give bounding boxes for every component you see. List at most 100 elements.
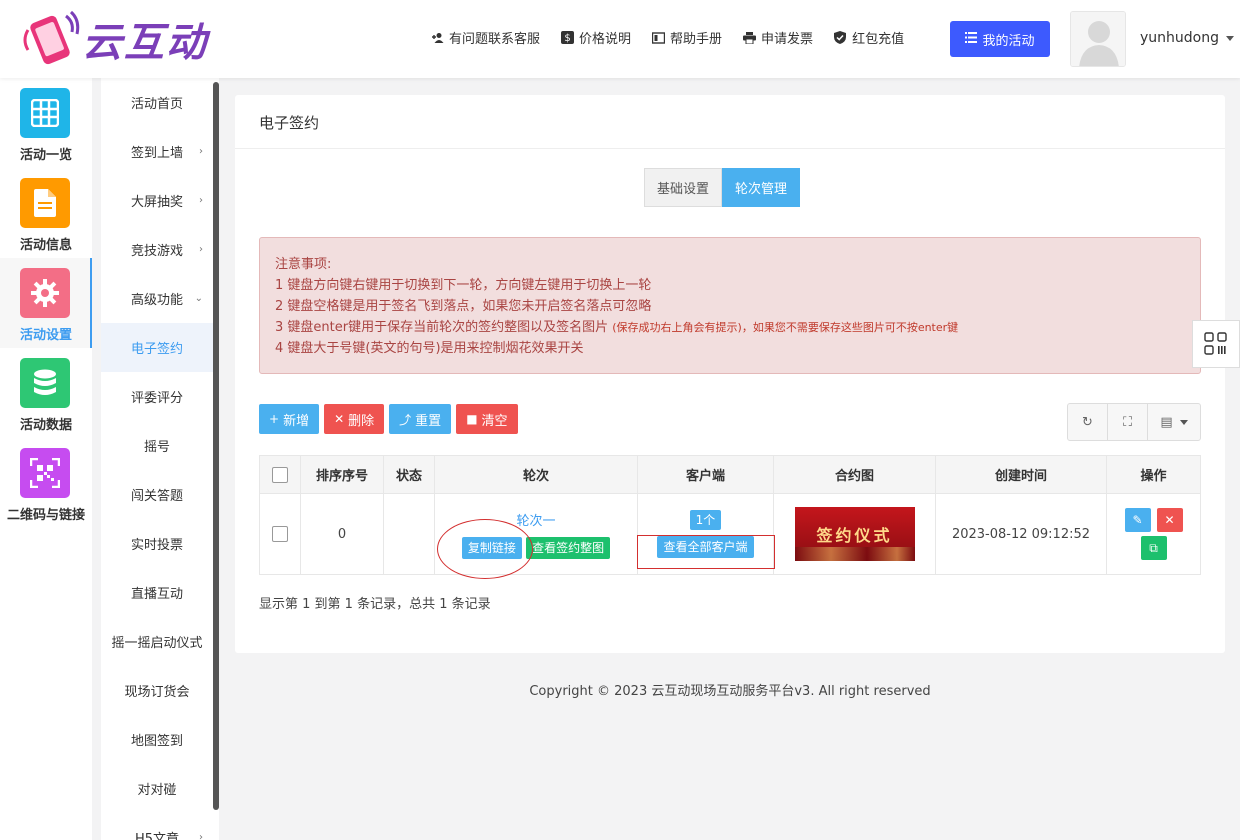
subnav-competitive-games[interactable]: 竞技游戏 › (101, 225, 213, 274)
col-actions: 操作 (1106, 455, 1201, 494)
row-client-cell: 1个 查看全部客户端 (637, 493, 774, 575)
subnav-label: 现场订货会 (124, 685, 190, 700)
book-icon (651, 31, 665, 45)
subnav-label: 闯关答题 (130, 489, 183, 504)
list-icon (965, 32, 978, 46)
my-activity-label: 我的活动 (982, 33, 1035, 49)
subnav-label: 竞技游戏 (130, 244, 183, 259)
pencil-icon: ✎ (1132, 513, 1143, 527)
notice-line-3-main: 3 键盘enter键用于保存当前轮次的签约整图以及签名图片 (275, 320, 609, 335)
logo[interactable]: 云互动 (18, 8, 228, 70)
nav-help[interactable]: 帮助手册 (651, 28, 722, 47)
fullscreen-button[interactable]: ⛶ (1108, 404, 1148, 440)
avatar[interactable] (1070, 11, 1126, 67)
col-sort[interactable]: 排序序号 (300, 455, 384, 494)
delete-label: 删除 (348, 413, 375, 429)
grid-icon (20, 88, 70, 138)
contract-image-text: 签约仪式 (816, 526, 893, 545)
subnav-quiz[interactable]: 闯关答题 (101, 470, 213, 519)
client-count-badge[interactable]: 1个 (689, 510, 722, 530)
sidebar-item-activity-data[interactable]: 活动数据 (0, 348, 92, 438)
subnav-h5-article[interactable]: H5文章 › (101, 813, 213, 840)
add-label: 新增 (283, 413, 310, 429)
edit-button[interactable]: ✎ (1124, 508, 1151, 532)
row-checkbox[interactable] (272, 526, 288, 542)
sidebar-item-activity-settings[interactable]: 活动设置 (0, 258, 92, 348)
sub-sidebar: 活动首页 签到上墙 › 大屏抽奖 › 竞技游戏 › 高级功能 ⌄ 电子签约 评委评分 摇… (101, 78, 219, 840)
subnav-live-interaction[interactable]: 直播互动 (101, 568, 213, 617)
sidebar-item-qrcode-links[interactable]: 二维码与链接 (0, 438, 92, 528)
view-signing-image-button[interactable]: 查看签约整图 (526, 536, 611, 559)
subnav-matching[interactable]: 对对碰 (101, 764, 213, 813)
top-nav: 有问题联系客服 $ 价格说明 帮助手册 申请发票 红包充值 (430, 28, 924, 47)
sidebar-item-activity-info[interactable]: 活动信息 (0, 168, 92, 258)
add-button[interactable]: + 新增 (259, 404, 320, 434)
col-round[interactable]: 轮次 (434, 455, 638, 494)
nav-pricing[interactable]: $ 价格说明 (560, 28, 631, 47)
table-row: 0 轮次一 复制链接 查看签约整图 1个 查看全部客户端 签约仪式 2023-0… (259, 493, 1201, 575)
contract-image[interactable]: 签约仪式 (794, 507, 915, 561)
footer-copyright: Copyright © 2023 云互动现场互动服务平台v3. All righ… (529, 684, 931, 699)
floating-qrcode-button[interactable] (1192, 320, 1240, 368)
printer-icon (742, 31, 756, 45)
table-toolbar: + 新增 ✕ 删除 ⤴ 重置 ■ 清空 (259, 404, 523, 434)
subnav-number-draw[interactable]: 摇号 (101, 421, 213, 470)
delete-button[interactable]: ✕ 删除 (324, 404, 385, 434)
notice-line-1: 1 键盘方向键右键用于切换到下一轮，方向键左键用于切换上一轮 (275, 278, 652, 293)
sub-sidebar-scrollbar[interactable] (213, 82, 219, 810)
copy-row-button[interactable]: ⧉ (1140, 536, 1167, 560)
sidebar-item-activity-list[interactable]: 活动一览 (0, 78, 92, 168)
close-icon: ✕ (334, 412, 345, 426)
notice-line-4: 4 键盘大于号键(英文的句号)是用来控制烟花效果开关 (275, 341, 584, 356)
plus-icon: + (269, 412, 280, 426)
subnav-e-signing[interactable]: 电子签约 (101, 323, 213, 372)
row-round-cell: 轮次一 复制链接 查看签约整图 (434, 493, 638, 575)
reset-button[interactable]: ⤴ 重置 (389, 404, 452, 434)
subnav-activity-home[interactable]: 活动首页 (101, 78, 213, 127)
notice-line-3: 3 键盘enter键用于保存当前轮次的签约整图以及签名图片 (保存成功右上角会有… (275, 317, 1185, 338)
subnav-shake-ceremony[interactable]: 摇一摇启动仪式 (101, 617, 213, 666)
subnav-order-meeting[interactable]: 现场订货会 (101, 666, 213, 715)
nav-recharge-label: 红包充值 (852, 32, 905, 47)
subnav-label: 高级功能 (130, 293, 183, 308)
sidebar-item-label: 活动信息 (19, 238, 72, 253)
col-contract-image[interactable]: 合约图 (773, 455, 936, 494)
col-client[interactable]: 客户端 (637, 455, 774, 494)
subnav-checkin-wall[interactable]: 签到上墙 › (101, 127, 213, 176)
clear-button[interactable]: ■ 清空 (456, 404, 518, 434)
subnav-judge-scoring[interactable]: 评委评分 (101, 372, 213, 421)
view-all-clients-button[interactable]: 查看全部客户端 (657, 536, 754, 558)
refresh-icon: ↻ (1082, 414, 1093, 430)
my-activity-button[interactable]: 我的活动 (950, 21, 1050, 57)
round-name-link[interactable]: 轮次一 (435, 510, 637, 529)
nav-invoice[interactable]: 申请发票 (742, 28, 813, 47)
pagination-summary: 显示第 1 到第 1 条记录，总共 1 条记录 (259, 597, 491, 612)
subnav-big-screen-lottery[interactable]: 大屏抽奖 › (101, 176, 213, 225)
subnav-label: 大屏抽奖 (130, 195, 183, 210)
subnav-label: 活动首页 (130, 97, 183, 112)
col-created[interactable]: 创建时间 (935, 455, 1107, 494)
select-all-checkbox[interactable] (272, 466, 288, 483)
user-menu[interactable]: yunhudong (1140, 30, 1234, 46)
subnav-map-checkin[interactable]: 地图签到 (101, 715, 213, 764)
nav-support-label: 有问题联系客服 (449, 32, 541, 47)
sidebar-item-label: 活动一览 (19, 148, 72, 163)
row-status (383, 493, 435, 575)
subnav-advanced[interactable]: 高级功能 ⌄ (101, 274, 213, 323)
delete-row-button[interactable]: ✕ (1156, 508, 1183, 532)
col-status[interactable]: 状态 (383, 455, 435, 494)
nav-help-label: 帮助手册 (670, 32, 723, 47)
nav-recharge[interactable]: 红包充值 (833, 28, 904, 47)
subnav-live-vote[interactable]: 实时投票 (101, 519, 213, 568)
columns-toggle-button[interactable]: ▤ (1148, 404, 1200, 440)
tab-round-management[interactable]: 轮次管理 (722, 168, 801, 207)
copy-link-button[interactable]: 复制链接 (461, 536, 522, 559)
nav-support[interactable]: 有问题联系客服 (430, 28, 540, 47)
username: yunhudong (1140, 30, 1219, 46)
refresh-button[interactable]: ↻ (1068, 404, 1108, 440)
trash-icon: ■ (466, 412, 478, 426)
row-created: 2023-08-12 09:12:52 (935, 493, 1107, 575)
chevron-right-icon: › (199, 244, 203, 255)
nav-invoice-label: 申请发票 (761, 32, 814, 47)
tab-basic-settings[interactable]: 基础设置 (644, 168, 723, 207)
